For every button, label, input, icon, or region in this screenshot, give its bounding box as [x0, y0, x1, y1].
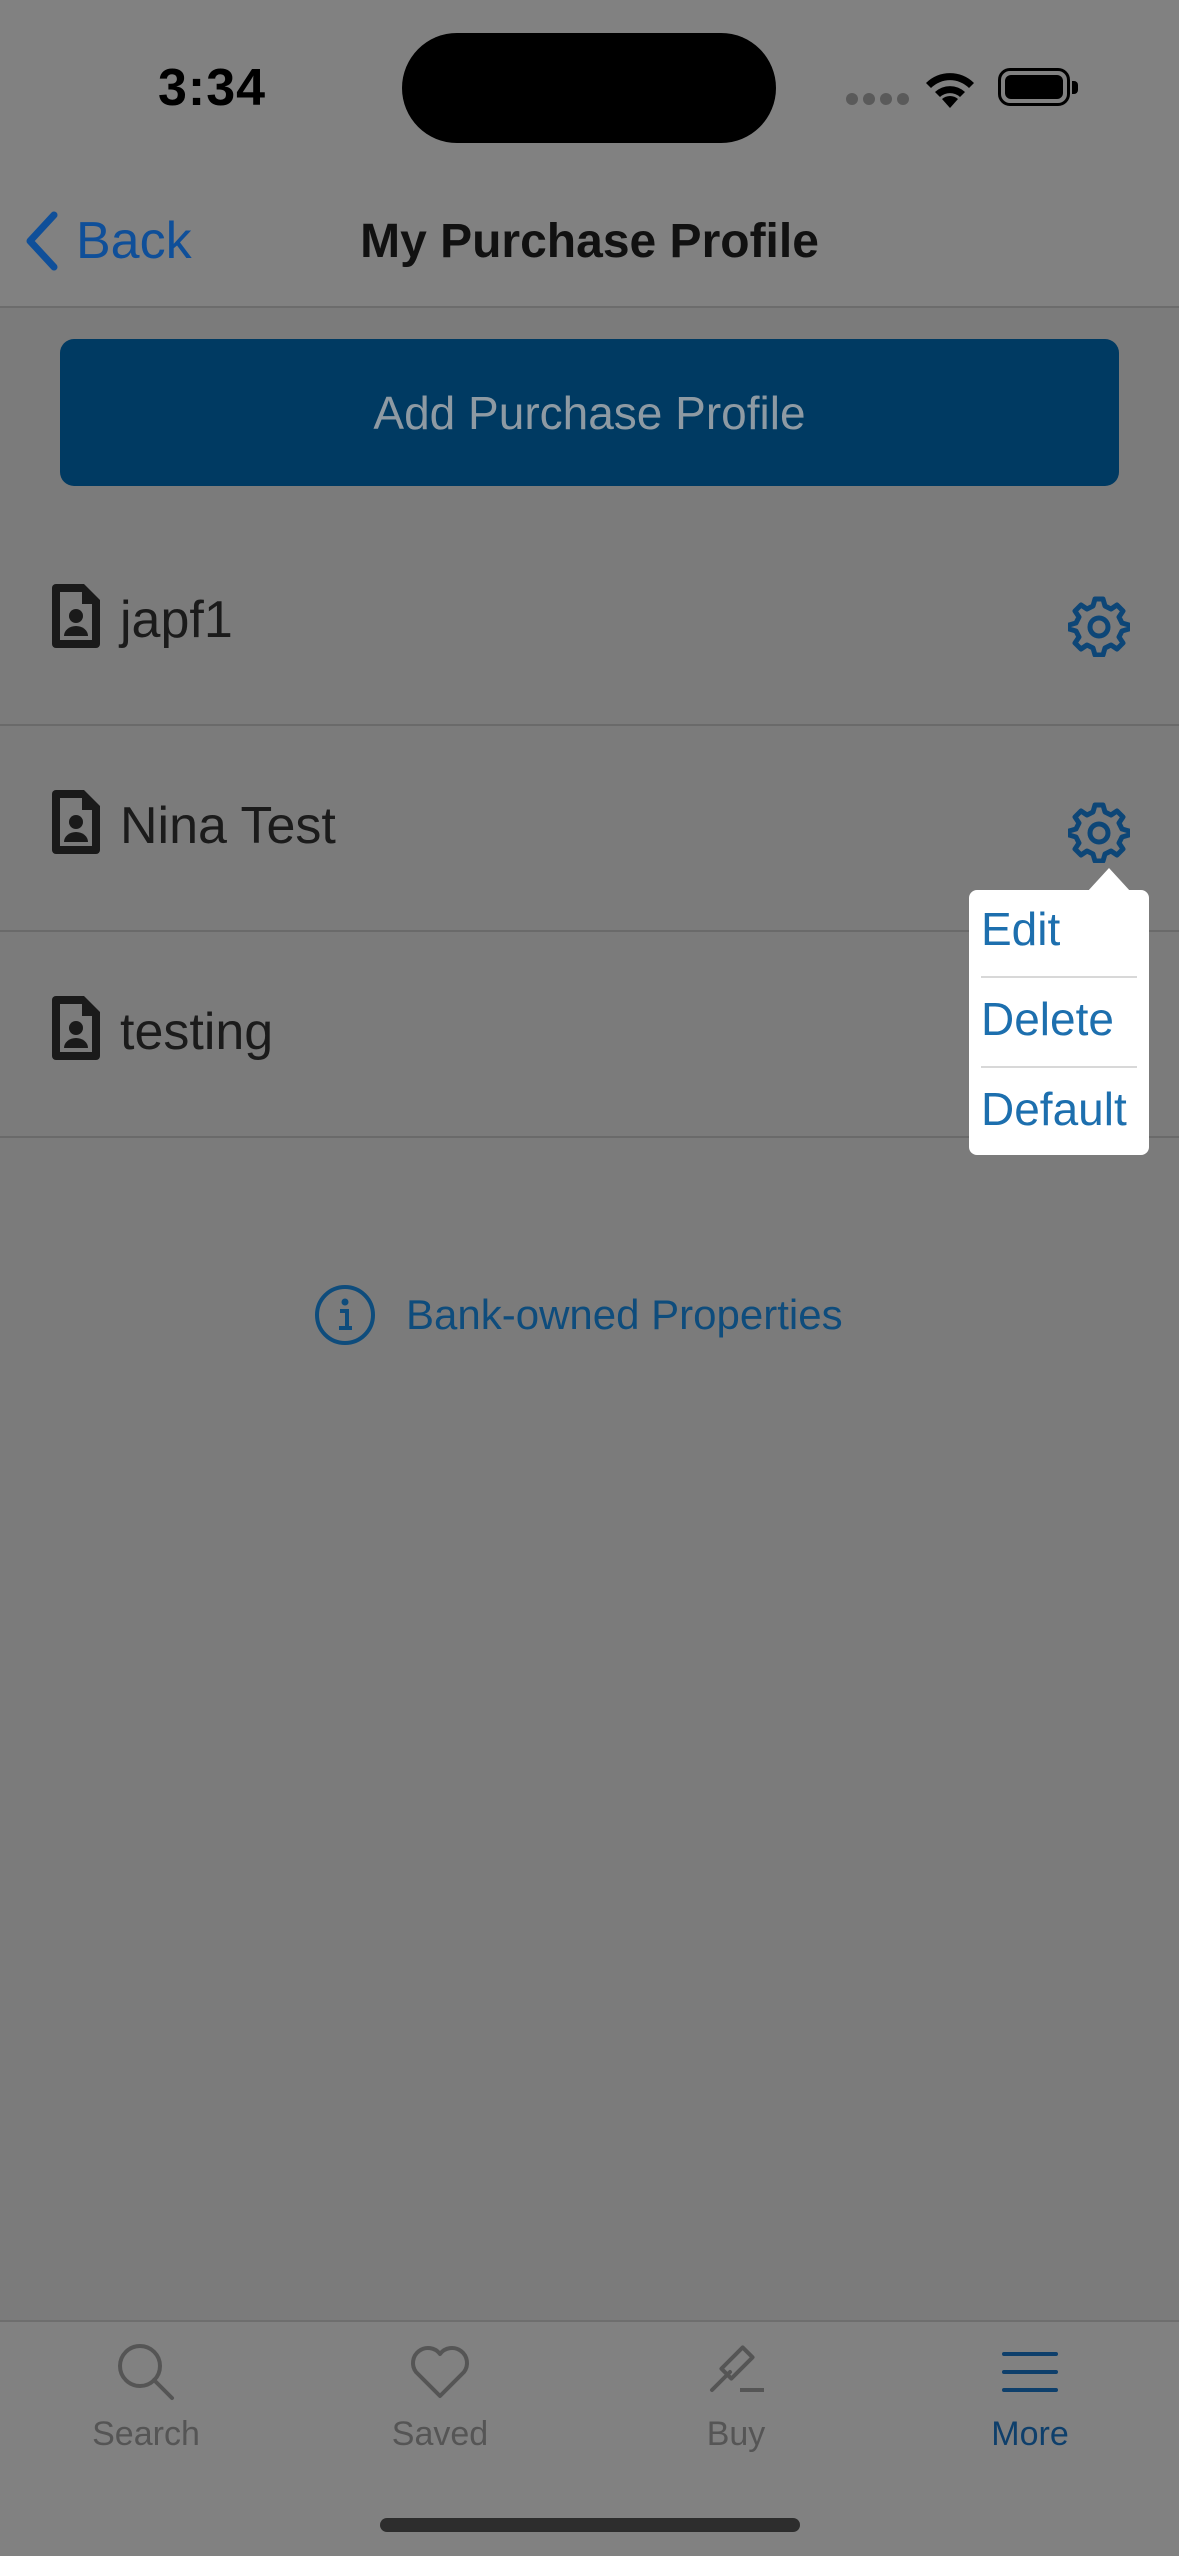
gear-icon[interactable] [1068, 801, 1130, 863]
edit-menu-item[interactable]: Edit [981, 902, 1060, 956]
heart-icon [411, 2346, 469, 2398]
delete-menu-item[interactable]: Delete [981, 992, 1114, 1046]
dynamic-island [402, 33, 776, 143]
profile-name: japf1 [120, 591, 233, 649]
profile-row[interactable]: japf1 [0, 520, 1179, 726]
gavel-icon [710, 2345, 764, 2392]
menu-divider [981, 1066, 1137, 1068]
status-bar: 3:34 [0, 0, 1179, 170]
bank-owned-properties-link[interactable]: Bank-owned Properties [314, 1284, 843, 1346]
home-indicator [380, 2518, 800, 2532]
page-title: My Purchase Profile [360, 215, 819, 268]
tab-label: Search [92, 2415, 200, 2453]
tab-more[interactable]: More [930, 2340, 1130, 2454]
wifi-icon [920, 66, 980, 115]
profile-options-popover: Edit Delete Default [969, 868, 1149, 1155]
menu-divider [981, 976, 1137, 978]
battery-icon [998, 68, 1078, 106]
menu-icon [1002, 2352, 1058, 2392]
contact-file-icon [52, 584, 100, 648]
status-time: 3:34 [158, 59, 267, 117]
navigation-bar: Back My Purchase Profile [0, 170, 1179, 308]
profile-name: testing [120, 1003, 274, 1061]
contact-file-icon [52, 996, 100, 1060]
info-icon [315, 1285, 375, 1345]
tab-label: Saved [391, 2415, 489, 2453]
tab-label: More [991, 2415, 1069, 2453]
add-purchase-profile-button[interactable]: Add Purchase Profile [60, 339, 1119, 486]
cellular-signal-icon [846, 92, 914, 110]
tab-buy[interactable]: Buy [636, 2340, 836, 2454]
tab-saved[interactable]: Saved [340, 2340, 540, 2454]
contact-file-icon [52, 790, 100, 854]
profile-name: Nina Test [120, 797, 336, 855]
search-icon [118, 2344, 174, 2400]
tab-search[interactable]: Search [46, 2340, 246, 2454]
bank-owned-properties-label: Bank-owned Properties [406, 1291, 843, 1338]
tab-label: Buy [706, 2415, 766, 2453]
gear-icon[interactable] [1068, 595, 1130, 657]
default-menu-item[interactable]: Default [981, 1082, 1127, 1136]
